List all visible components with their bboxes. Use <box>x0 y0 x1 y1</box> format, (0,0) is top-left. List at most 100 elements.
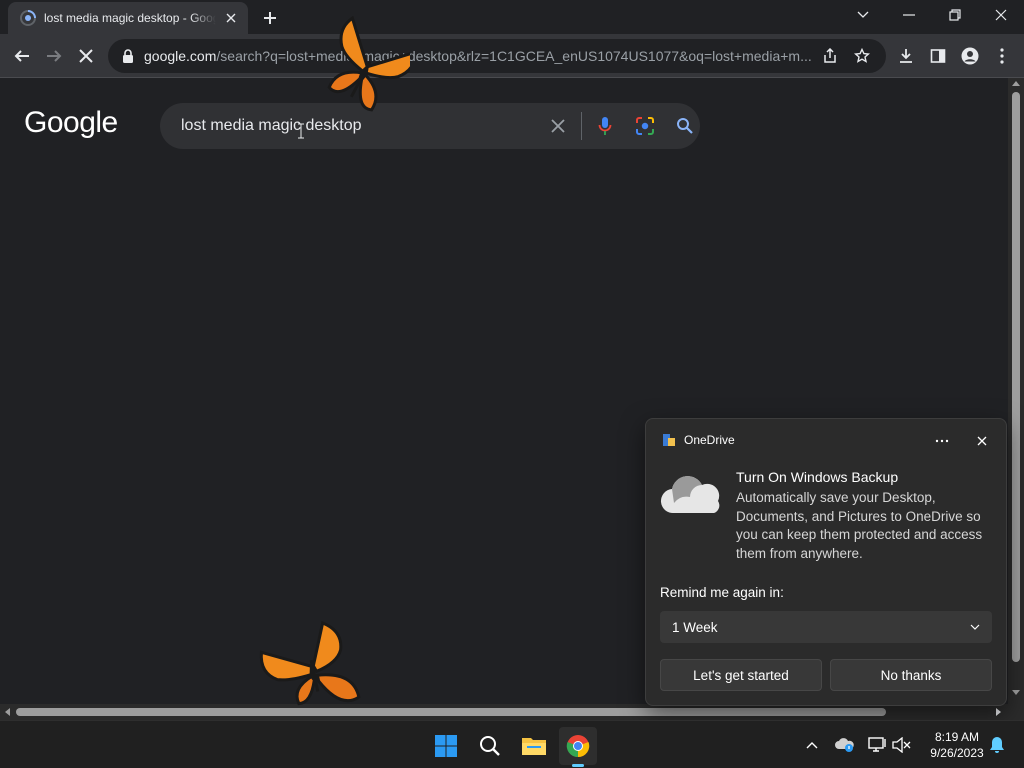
forward-button[interactable] <box>40 42 68 70</box>
scroll-right-icon[interactable] <box>996 708 1002 716</box>
notification-app-name: OneDrive <box>684 433 735 447</box>
cloud-sync-icon <box>835 738 854 752</box>
minimize-icon <box>903 14 915 16</box>
menu-button[interactable] <box>988 42 1016 70</box>
volume-muted-icon <box>892 737 911 753</box>
show-hidden-icons-button[interactable] <box>800 733 824 757</box>
notifications-button[interactable] <box>985 733 1009 757</box>
star-icon <box>854 48 870 63</box>
search-box[interactable]: lost media magic desktop <box>160 103 700 149</box>
url-host: google.com <box>144 48 217 64</box>
share-button[interactable] <box>816 42 844 70</box>
horizontal-scroll-thumb[interactable] <box>16 708 886 716</box>
search-icon <box>677 118 693 134</box>
cloud-icon <box>660 476 720 514</box>
file-explorer-button[interactable] <box>515 727 553 765</box>
more-horizontal-icon <box>935 439 949 443</box>
camera-lens-icon <box>636 117 654 135</box>
voice-search-button[interactable] <box>590 111 620 141</box>
url-path: /search?q=lost+media+magic+desktop&rlz=1… <box>216 48 812 64</box>
notification-more-button[interactable] <box>930 431 954 451</box>
chevron-up-icon <box>806 742 818 749</box>
tab-strip: lost media magic desktop - Google Search <box>0 0 1024 34</box>
address-url: google.com/search?q=lost+media+magic+des… <box>144 48 812 64</box>
search-submit-button[interactable] <box>670 111 700 141</box>
remind-interval-select[interactable]: 1 Week <box>660 611 992 643</box>
share-icon <box>824 48 836 63</box>
close-icon <box>551 119 565 133</box>
remind-label: Remind me again in: <box>660 585 784 600</box>
butterfly-icon <box>259 620 361 706</box>
close-window-button[interactable] <box>978 0 1024 30</box>
notification-close-button[interactable] <box>970 431 994 451</box>
bell-icon <box>990 737 1004 753</box>
loading-favicon-icon <box>20 10 36 26</box>
stop-loading-button[interactable] <box>72 42 100 70</box>
onedrive-notification: OneDrive Turn On Windows Backup Automati… <box>645 418 1007 706</box>
taskbar-search-button[interactable] <box>471 727 509 765</box>
horizontal-scrollbar[interactable] <box>0 704 1008 720</box>
chrome-icon <box>566 735 590 758</box>
close-icon <box>995 9 1007 21</box>
text-cursor-icon <box>298 123 304 139</box>
notification-header: OneDrive <box>662 433 735 447</box>
bookmark-button[interactable] <box>848 42 876 70</box>
chevron-down-icon <box>857 11 869 18</box>
folder-icon <box>522 738 546 755</box>
google-logo[interactable]: Google <box>24 106 118 140</box>
download-icon <box>900 49 912 63</box>
clear-search-button[interactable] <box>543 111 573 141</box>
close-icon <box>977 436 987 446</box>
address-bar[interactable]: google.com/search?q=lost+media+magic+des… <box>108 39 886 73</box>
onedrive-app-icon <box>663 434 675 446</box>
onedrive-tray-button[interactable] <box>833 733 857 757</box>
monitor-network-icon <box>868 737 886 752</box>
downloads-button[interactable] <box>892 42 920 70</box>
taskbar-clock[interactable]: 8:19 AM 9/26/2023 <box>920 729 994 761</box>
notification-body: Automatically save your Desktop, Documen… <box>736 490 983 561</box>
browser-tab[interactable]: lost media magic desktop - Google Search <box>8 2 248 34</box>
restore-button[interactable] <box>932 0 978 30</box>
no-thanks-button[interactable]: No thanks <box>830 659 992 691</box>
more-vertical-icon <box>1000 48 1004 64</box>
browser-toolbar: google.com/search?q=lost+media+magic+des… <box>0 34 1024 78</box>
lets-get-started-button[interactable]: Let's get started <box>660 659 822 691</box>
clock-date: 9/26/2023 <box>930 746 984 760</box>
microphone-icon <box>598 117 612 135</box>
tab-title: lost media magic desktop - Google Search <box>44 11 216 25</box>
scroll-up-icon[interactable] <box>1012 80 1020 86</box>
tab-search-button[interactable] <box>840 0 886 30</box>
scroll-left-icon[interactable] <box>4 708 10 716</box>
clock-time: 8:19 AM <box>934 730 980 744</box>
arrow-right-icon <box>47 50 62 62</box>
notification-title: Turn On Windows Backup <box>736 469 899 485</box>
butterfly-icon <box>327 16 410 112</box>
vertical-scroll-thumb[interactable] <box>1012 92 1020 662</box>
minimize-button[interactable] <box>886 0 932 30</box>
close-tab-icon[interactable] <box>222 9 240 27</box>
profile-button[interactable] <box>956 42 984 70</box>
vertical-scrollbar[interactable] <box>1008 78 1024 704</box>
chevron-down-icon <box>970 624 980 630</box>
remind-interval-value: 1 Week <box>672 619 718 635</box>
side-panel-button[interactable] <box>924 42 952 70</box>
lock-icon[interactable] <box>120 48 136 64</box>
active-app-indicator <box>572 764 584 767</box>
plus-icon <box>264 12 276 24</box>
side-panel-icon <box>930 49 946 63</box>
arrow-left-icon <box>14 50 29 62</box>
back-button[interactable] <box>8 42 36 70</box>
new-tab-button[interactable] <box>258 7 282 29</box>
restore-icon <box>949 9 961 21</box>
scrollbar-corner <box>1008 704 1024 720</box>
windows-logo-icon <box>435 735 457 757</box>
profile-icon <box>961 47 979 65</box>
volume-tray-button[interactable] <box>890 733 914 757</box>
lens-search-button[interactable] <box>630 111 660 141</box>
close-icon <box>79 49 93 63</box>
search-icon <box>480 736 500 756</box>
network-tray-button[interactable] <box>866 733 890 757</box>
chrome-taskbar-button[interactable] <box>559 727 597 767</box>
start-button[interactable] <box>427 727 465 765</box>
scroll-down-icon[interactable] <box>1012 690 1020 696</box>
